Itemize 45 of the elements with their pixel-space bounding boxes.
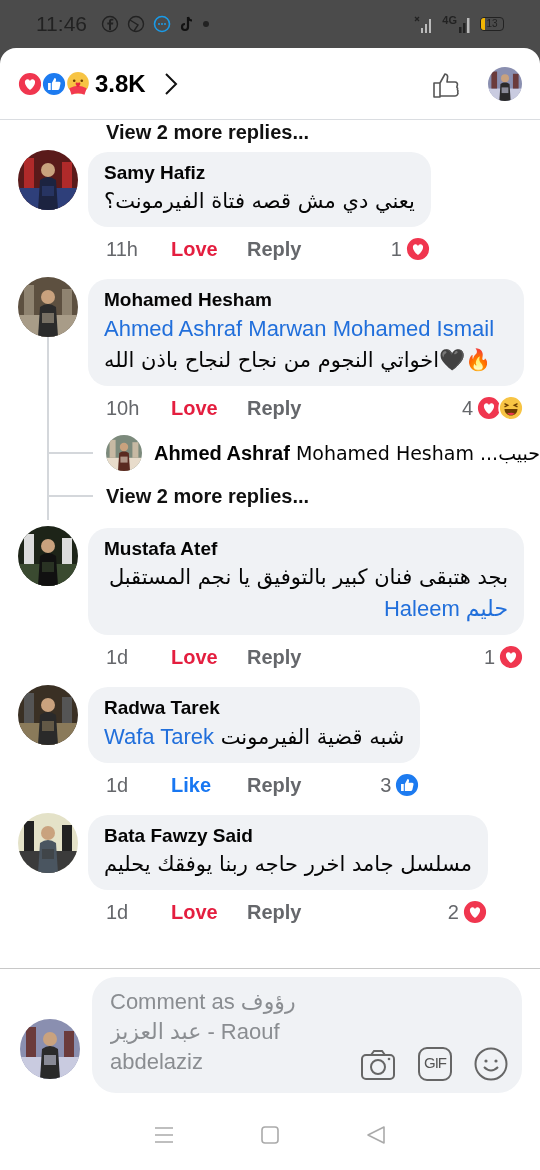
camera-icon[interactable]	[360, 1047, 396, 1081]
reaction-count[interactable]: 2	[447, 897, 459, 927]
emoji-icon[interactable]	[474, 1046, 508, 1081]
chevron-right-icon[interactable]	[163, 71, 178, 96]
reaction-count[interactable]: 3	[380, 770, 392, 800]
reaction-link[interactable]: Love	[171, 393, 247, 423]
comment-text: مسلسل جامد اخرر حاجه ربنا يوفقك يحليم	[104, 851, 472, 878]
reaction-count[interactable]: 1	[483, 642, 495, 672]
reaction-count[interactable]: 3.8K	[95, 65, 146, 102]
timestamp: 10h	[106, 396, 141, 421]
no-signal-icon	[414, 15, 433, 33]
reaction-link[interactable]: Love	[171, 642, 247, 672]
comment-text: بجد هتبقى فنان كبير بالتوفيق يا نجم المستقبل حليم Haleem	[107, 564, 508, 624]
mention-link[interactable]: حليم Haleem	[383, 596, 508, 621]
gif-button[interactable]: GIF	[418, 1046, 452, 1081]
reaction-count[interactable]: 1	[390, 234, 402, 264]
reply-preview: Mohamed Hesham ...حبيب	[295, 440, 540, 466]
reaction-link[interactable]: Love	[171, 897, 247, 927]
view-more-replies-link[interactable]: View 2 more replies...	[106, 120, 310, 144]
commenter-name[interactable]: Radwa Tarek	[104, 695, 405, 721]
timestamp: 1d	[106, 645, 130, 670]
commenter-name[interactable]: Bata Fawzy Said	[104, 823, 472, 849]
music-note-icon	[179, 15, 195, 33]
mention-link[interactable]: Ahmed Ashraf Marwan Mohamed Ismail	[104, 316, 495, 341]
dot-icon	[203, 21, 209, 27]
reply-link[interactable]: Reply	[247, 642, 302, 672]
reply-link[interactable]: Reply	[247, 234, 302, 264]
timestamp: 1d	[106, 773, 130, 798]
reply-author[interactable]: Ahmed Ashraf	[153, 438, 290, 468]
comment-text: يعني دي مش قصه فتاة الفيرمونت؟	[104, 188, 415, 215]
reply-link[interactable]: Reply	[247, 897, 302, 927]
mention-link[interactable]: Wafa Tarek	[104, 724, 215, 749]
commenter-name[interactable]: Mohamed Hesham	[104, 287, 508, 313]
signal-icon	[459, 15, 470, 33]
reply-link[interactable]: Reply	[247, 770, 302, 800]
view-more-replies-link[interactable]: View 2 more replies...	[106, 481, 310, 511]
commenter-name[interactable]: Mustafa Atef	[104, 536, 508, 562]
timestamp: 1d	[106, 900, 130, 925]
reaction-count[interactable]: 4	[461, 393, 473, 423]
reaction-link[interactable]: Love	[171, 234, 247, 264]
timestamp: 11h	[106, 237, 139, 262]
reaction-link[interactable]: Like	[171, 770, 247, 800]
commenter-name[interactable]: Samy Hafiz	[104, 160, 415, 186]
chat-bubble-icon	[153, 15, 171, 33]
reply-link[interactable]: Reply	[247, 393, 302, 423]
